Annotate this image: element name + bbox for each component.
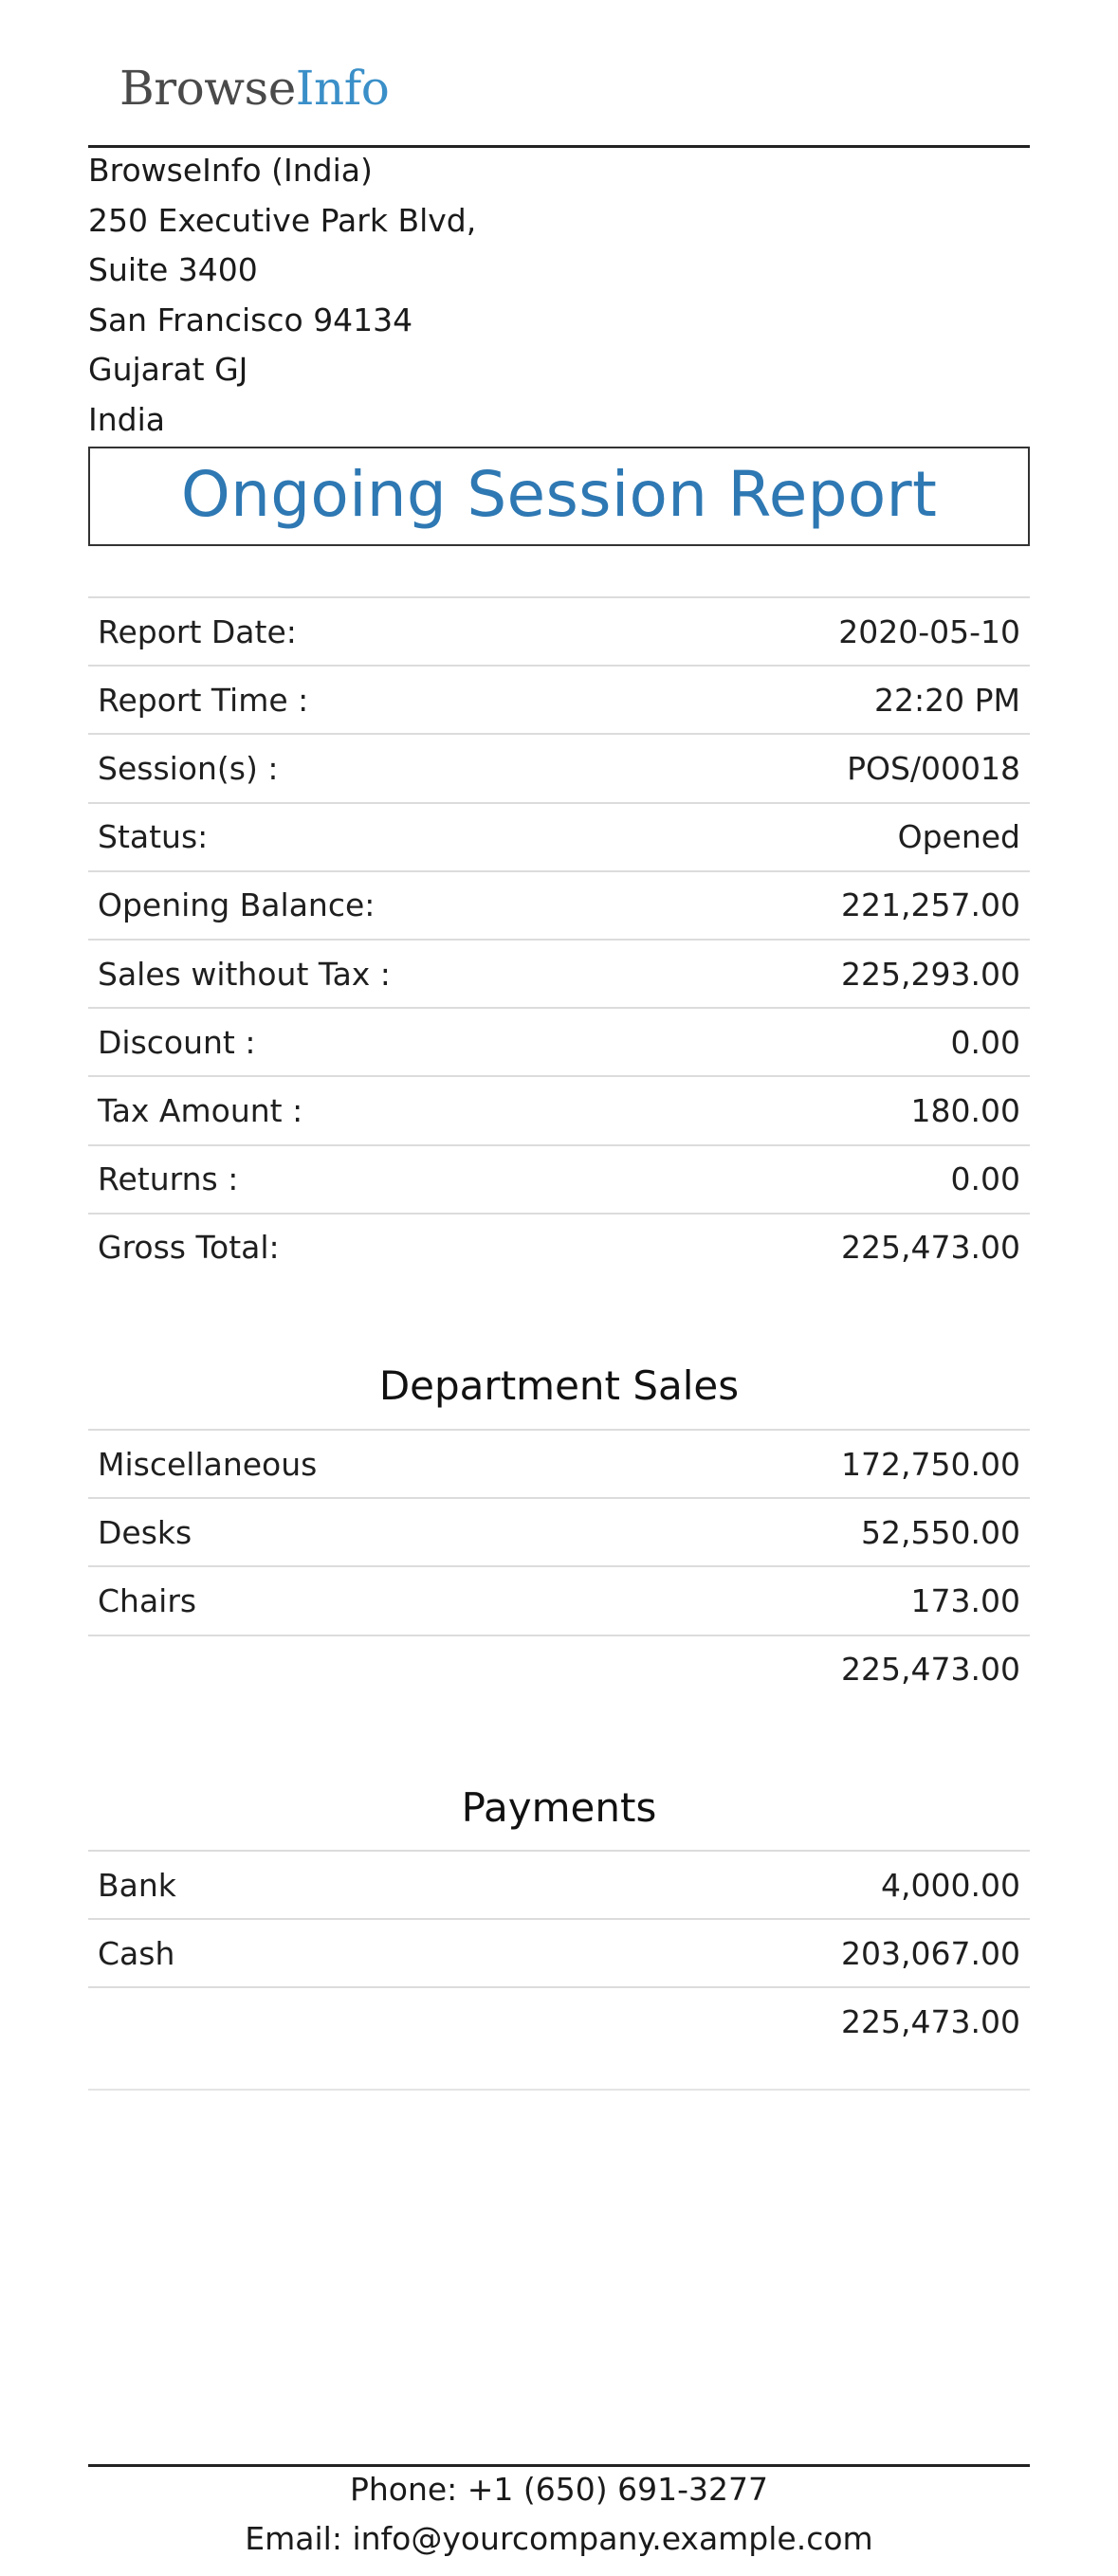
summary-value: Opened [897, 818, 1020, 856]
summary-label: Opening Balance: [98, 886, 376, 924]
address-line-suite: Suite 3400 [88, 251, 258, 288]
summary-value: 22:20 PM [874, 681, 1020, 719]
summary-row-status: Status: Opened [88, 801, 1030, 870]
payment-total-value: 225,473.00 [841, 2002, 1020, 2040]
summary-row-opening-balance: Opening Balance: 221,257.00 [88, 869, 1030, 939]
department-row-chairs: Chairs 173.00 [88, 1565, 1030, 1634]
summary-label: Report Date: [98, 612, 297, 650]
summary-value: 0.00 [950, 1160, 1020, 1198]
summary-row-report-time: Report Time : 22:20 PM [88, 665, 1030, 733]
summary-row-discount: Discount : 0.00 [88, 1007, 1030, 1075]
summary-label: Status: [98, 818, 209, 856]
payment-label: Bank [98, 1866, 176, 1904]
payment-row-cash: Cash 203,067.00 [88, 1918, 1030, 1986]
department-label: Desks [98, 1513, 192, 1551]
company-logo: BrowseInfo [119, 53, 390, 123]
summary-value: 221,257.00 [841, 886, 1020, 924]
payment-total-row: 225,473.00 [88, 1986, 1030, 2055]
summary-row-sales-without-tax: Sales without Tax : 225,293.00 [88, 938, 1030, 1007]
department-total-value: 225,473.00 [841, 1651, 1020, 1689]
summary-table: Report Date: 2020-05-10 Report Time : 22… [88, 596, 1030, 1281]
footer-email: Email: info@yourcompany.example.com [245, 2520, 873, 2557]
department-row-miscellaneous: Miscellaneous 172,750.00 [88, 1429, 1030, 1497]
address-line-country: India [88, 400, 165, 438]
department-value: 52,550.00 [861, 1513, 1020, 1551]
payment-label: Cash [98, 1934, 175, 1972]
payment-row-bank: Bank 4,000.00 [88, 1850, 1030, 1918]
summary-value: 180.00 [910, 1091, 1020, 1129]
summary-label: Session(s) : [98, 749, 279, 787]
report-page: BrowseInfo BrowseInfo (India) 250 Execut… [88, 0, 1030, 2576]
summary-label: Returns : [98, 1160, 239, 1198]
payment-value: 4,000.00 [881, 1866, 1020, 1904]
department-label: Miscellaneous [98, 1445, 318, 1483]
summary-value: 2020-05-10 [838, 612, 1020, 650]
summary-label: Tax Amount : [98, 1091, 303, 1129]
department-total-row: 225,473.00 [88, 1634, 1030, 1703]
report-title: Ongoing Session Report [180, 458, 938, 531]
department-value: 172,750.00 [841, 1445, 1020, 1483]
summary-label: Report Time : [98, 681, 309, 719]
report-title-box: Ongoing Session Report [88, 447, 1030, 546]
summary-label: Gross Total: [98, 1229, 280, 1267]
address-line-state: Gujarat GJ [88, 351, 248, 388]
summary-row-report-date: Report Date: 2020-05-10 [88, 596, 1030, 665]
department-sales-heading: Department Sales [378, 1362, 740, 1409]
summary-row-tax-amount: Tax Amount : 180.00 [88, 1075, 1030, 1143]
address-line-street: 250 Executive Park Blvd, [88, 201, 477, 239]
payment-value: 203,067.00 [841, 1934, 1020, 1972]
department-row-desks: Desks 52,550.00 [88, 1497, 1030, 1565]
page-footer: Phone: +1 (650) 691-3277 Email: info@you… [88, 2465, 1030, 2564]
company-address: BrowseInfo (India) 250 Executive Park Bl… [88, 146, 476, 445]
address-line-city: San Francisco 94134 [88, 301, 413, 338]
logo-text-info: Info [295, 61, 390, 116]
summary-label: Sales without Tax : [98, 955, 391, 993]
payments-table: Bank 4,000.00 Cash 203,067.00 225,473.00 [88, 1850, 1030, 2055]
summary-row-sessions: Session(s) : POS/00018 [88, 733, 1030, 801]
footer-phone: Phone: +1 (650) 691-3277 [349, 2471, 769, 2508]
department-label: Chairs [98, 1581, 197, 1619]
logo-text-browse: Browse [119, 61, 296, 116]
summary-value: POS/00018 [847, 749, 1020, 787]
summary-row-gross-total: Gross Total: 225,473.00 [88, 1212, 1030, 1281]
department-sales-table: Miscellaneous 172,750.00 Desks 52,550.00… [88, 1429, 1030, 1703]
payments-heading: Payments [461, 1784, 657, 1831]
department-value: 173.00 [910, 1581, 1020, 1619]
content-end-divider [88, 2089, 1030, 2091]
summary-value: 0.00 [950, 1023, 1020, 1061]
summary-row-returns: Returns : 0.00 [88, 1143, 1030, 1213]
summary-label: Discount : [98, 1023, 256, 1061]
address-line-name: BrowseInfo (India) [88, 152, 373, 189]
summary-value: 225,473.00 [841, 1229, 1020, 1267]
summary-value: 225,293.00 [841, 955, 1020, 993]
